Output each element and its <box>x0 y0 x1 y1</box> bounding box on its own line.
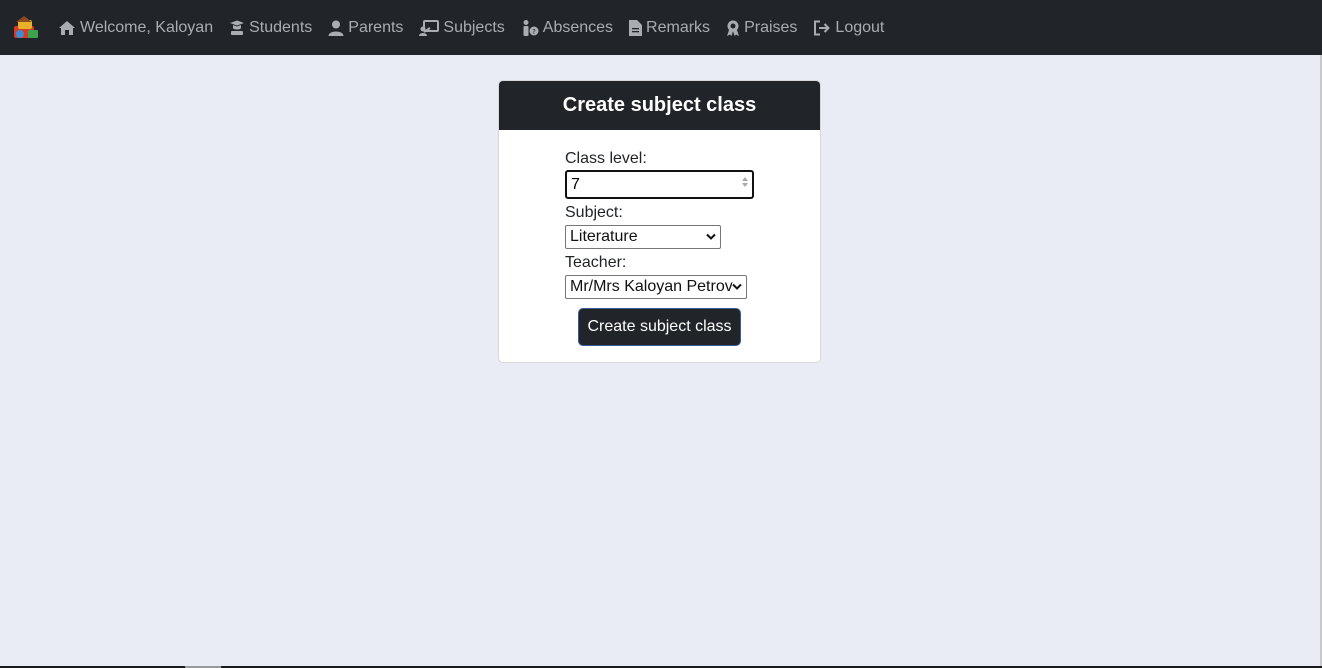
nav-welcome[interactable]: Welcome, Kaloyan <box>58 19 213 37</box>
create-subject-class-card: Create subject class Class level: 7 Subj… <box>498 80 821 363</box>
subject-class-form: Class level: 7 Subject: Literature Teach… <box>565 148 765 299</box>
nav-logout[interactable]: Logout <box>813 19 884 37</box>
nav-absences[interactable]: ? Absences <box>521 19 613 37</box>
school-logo-icon[interactable] <box>10 12 42 44</box>
chevron-down-icon <box>732 283 742 291</box>
nav-absences-label: Absences <box>542 18 614 36</box>
class-level-label: Class level: <box>565 150 647 167</box>
person-question-icon: ? <box>523 19 539 36</box>
nav-remarks[interactable]: Remarks <box>629 19 710 37</box>
nav-logout-label: Logout <box>835 18 885 36</box>
home-icon <box>59 20 75 35</box>
nav-praises-label: Praises <box>744 18 798 36</box>
subject-selected-value: Literature <box>570 228 638 245</box>
nav-parents[interactable]: Parents <box>328 19 403 37</box>
spinner-arrows-icon[interactable] <box>741 175 749 194</box>
nav-subjects-label: Subjects <box>443 18 505 36</box>
nav-welcome-label: Welcome, Kaloyan <box>80 18 214 36</box>
top-navbar: Welcome, Kaloyan Students Parents Subjec… <box>0 0 1322 55</box>
nav-students[interactable]: Students <box>229 19 312 37</box>
nav-remarks-label: Remarks <box>646 18 711 36</box>
create-subject-class-button[interactable]: Create subject class <box>578 308 741 346</box>
teacher-label: Teacher: <box>565 254 627 271</box>
user-icon <box>328 20 344 36</box>
nav-students-label: Students <box>249 18 313 36</box>
document-icon <box>629 19 643 36</box>
teacher-select[interactable]: Mr/Mrs Kaloyan Petrov <box>565 275 747 299</box>
subject-select[interactable]: Literature <box>565 225 721 249</box>
card-title: Create subject class <box>499 81 820 130</box>
nav-parents-label: Parents <box>348 18 404 36</box>
nav-praises[interactable]: Praises <box>726 19 797 37</box>
award-icon <box>727 20 740 36</box>
logout-icon <box>814 20 831 35</box>
class-level-value: 7 <box>571 176 580 193</box>
nav-subjects[interactable]: Subjects <box>419 18 505 37</box>
svg-text:?: ? <box>532 28 536 36</box>
chevron-down-icon <box>706 233 716 240</box>
teacher-selected-value: Mr/Mrs Kaloyan Petrov <box>570 278 733 295</box>
teacher-board-icon <box>419 19 440 36</box>
subject-label: Subject: <box>565 204 623 221</box>
class-level-input[interactable]: 7 <box>565 170 754 199</box>
graduation-cap-icon <box>230 20 245 35</box>
